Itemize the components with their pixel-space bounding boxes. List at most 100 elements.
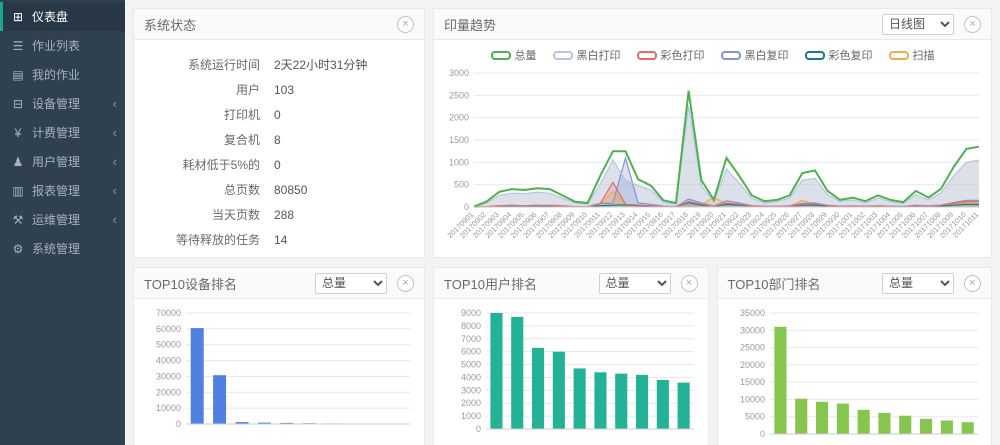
status-value: 0 bbox=[274, 108, 410, 122]
trend-period-select[interactable]: 日线图 bbox=[882, 14, 954, 35]
status-row: 总页数 80850 bbox=[148, 177, 410, 202]
sidebar-item-label: 运维管理 bbox=[32, 211, 109, 228]
chevron-left-icon: ‹ bbox=[113, 96, 117, 111]
top-users-panel: TOP10用户排名 总量 × 0100020003000400050006000… bbox=[433, 267, 709, 445]
user-icon: ♟ bbox=[10, 155, 26, 169]
top-devices-panel: TOP10设备排名 总量 × 0100002000030000400005000… bbox=[133, 267, 425, 445]
panel-title: 印量趋势 bbox=[444, 15, 872, 34]
close-icon[interactable]: × bbox=[397, 16, 414, 33]
status-label: 复合机 bbox=[148, 131, 260, 148]
status-label: 系统运行时间 bbox=[148, 56, 260, 73]
svg-text:9000: 9000 bbox=[461, 308, 481, 318]
close-icon[interactable]: × bbox=[681, 275, 698, 292]
legend-label: 总量 bbox=[515, 47, 537, 63]
legend-item-bw-print[interactable]: 黑白打印 bbox=[553, 47, 621, 63]
devices-metric-select[interactable]: 总量 bbox=[315, 273, 387, 294]
sidebar-item-label: 设备管理 bbox=[32, 95, 109, 112]
sidebar-item-my-jobs[interactable]: ▤ 我的作业 bbox=[0, 60, 125, 89]
svg-text:1000: 1000 bbox=[461, 411, 481, 421]
svg-text:1500: 1500 bbox=[449, 135, 469, 145]
sidebar-item-dashboard[interactable]: ⊞ 仪表盘 bbox=[0, 2, 125, 31]
legend-label: 彩色复印 bbox=[829, 47, 873, 63]
legend-item-color-copy[interactable]: 彩色复印 bbox=[805, 47, 873, 63]
svg-text:4000: 4000 bbox=[461, 372, 481, 382]
panel-title: TOP10用户排名 bbox=[444, 274, 589, 293]
status-row: 当天页数 288 bbox=[148, 202, 410, 227]
svg-text:30000: 30000 bbox=[739, 325, 764, 335]
legend-label: 黑白复印 bbox=[745, 47, 789, 63]
trend-legend: 总量 黑白打印 彩色打印 黑白复印 bbox=[434, 40, 991, 65]
svg-text:5000: 5000 bbox=[744, 412, 764, 422]
svg-text:3000: 3000 bbox=[461, 385, 481, 395]
legend-swatch-icon bbox=[491, 51, 511, 60]
departments-metric-select[interactable]: 总量 bbox=[882, 273, 954, 294]
system-icon: ⚙ bbox=[10, 242, 26, 256]
billing-icon: ¥ bbox=[10, 126, 26, 140]
svg-text:6000: 6000 bbox=[461, 347, 481, 357]
legend-item-scan[interactable]: 扫描 bbox=[889, 47, 935, 63]
svg-text:5000: 5000 bbox=[461, 360, 481, 370]
sidebar-item-user-management[interactable]: ♟ 用户管理 ‹ bbox=[0, 147, 125, 176]
status-value: 80850 bbox=[274, 183, 410, 197]
svg-text:20000: 20000 bbox=[156, 387, 181, 397]
chevron-left-icon: ‹ bbox=[113, 125, 117, 140]
departments-bar-chart: 05000100001500020000250003000035000 bbox=[724, 305, 986, 445]
print-trend-panel: 印量趋势 日线图 × 总量 黑白打印 bbox=[433, 8, 992, 258]
svg-text:35000: 35000 bbox=[739, 308, 764, 318]
svg-text:1000: 1000 bbox=[449, 157, 469, 167]
status-value: 2天22小时31分钟 bbox=[274, 56, 410, 73]
main-content: 系统状态 × 系统运行时间 2天22小时31分钟 用户 103 打印机 0 bbox=[125, 0, 1000, 445]
svg-text:30000: 30000 bbox=[156, 371, 181, 381]
sidebar-item-system-management[interactable]: ⚙ 系统管理 bbox=[0, 234, 125, 263]
sidebar-item-label: 我的作业 bbox=[32, 66, 117, 83]
my-jobs-icon: ▤ bbox=[10, 68, 26, 82]
app-root: ⊞ 仪表盘 ☰ 作业列表 ▤ 我的作业 ⊟ 设备管理 ‹ ¥ 计费管理 ‹ ♟ … bbox=[0, 0, 1000, 445]
legend-swatch-icon bbox=[889, 51, 909, 60]
legend-item-total[interactable]: 总量 bbox=[491, 47, 537, 63]
svg-text:25000: 25000 bbox=[739, 343, 764, 353]
sidebar-item-report-management[interactable]: ▥ 报表管理 ‹ bbox=[0, 176, 125, 205]
svg-text:8000: 8000 bbox=[461, 321, 481, 331]
svg-text:0: 0 bbox=[759, 429, 764, 439]
svg-text:50000: 50000 bbox=[156, 340, 181, 350]
users-metric-select[interactable]: 总量 bbox=[599, 273, 671, 294]
sidebar-item-label: 仪表盘 bbox=[32, 8, 117, 25]
status-row: 复合机 8 bbox=[148, 127, 410, 152]
sidebar-item-job-list[interactable]: ☰ 作业列表 bbox=[0, 31, 125, 60]
svg-text:3000: 3000 bbox=[449, 68, 469, 78]
job-list-icon: ☰ bbox=[10, 39, 26, 53]
sidebar-item-label: 作业列表 bbox=[32, 37, 117, 54]
status-label: 总页数 bbox=[148, 181, 260, 198]
panel-title: 系统状态 bbox=[144, 15, 387, 34]
top-departments-panel: TOP10部门排名 总量 × 0500010000150002000025000… bbox=[717, 267, 993, 445]
sidebar-item-device-management[interactable]: ⊟ 设备管理 ‹ bbox=[0, 89, 125, 118]
sidebar-item-label: 报表管理 bbox=[32, 182, 109, 199]
chevron-left-icon: ‹ bbox=[113, 154, 117, 169]
legend-swatch-icon bbox=[721, 51, 741, 60]
svg-text:7000: 7000 bbox=[461, 334, 481, 344]
system-status-list: 系统运行时间 2天22小时31分钟 用户 103 打印机 0 复合机 8 bbox=[134, 40, 424, 258]
panel-title: TOP10设备排名 bbox=[144, 274, 305, 293]
sidebar-item-billing-management[interactable]: ¥ 计费管理 ‹ bbox=[0, 118, 125, 147]
sidebar-item-label: 系统管理 bbox=[32, 240, 117, 257]
close-icon[interactable]: × bbox=[964, 275, 981, 292]
svg-text:10000: 10000 bbox=[156, 403, 181, 413]
legend-item-color-print[interactable]: 彩色打印 bbox=[637, 47, 705, 63]
dashboard-icon: ⊞ bbox=[10, 10, 26, 24]
close-icon[interactable]: × bbox=[397, 275, 414, 292]
status-value: 103 bbox=[274, 83, 410, 97]
sidebar-item-label: 计费管理 bbox=[32, 124, 109, 141]
sidebar-item-ops-management[interactable]: ⚒ 运维管理 ‹ bbox=[0, 205, 125, 234]
sidebar-item-label: 用户管理 bbox=[32, 153, 109, 170]
status-row: 等待释放的任务 14 bbox=[148, 227, 410, 252]
status-row: 打印机 0 bbox=[148, 102, 410, 127]
svg-text:500: 500 bbox=[454, 180, 469, 190]
devices-bar-chart: 010000200003000040000500006000070000 bbox=[140, 305, 418, 445]
legend-label: 黑白打印 bbox=[577, 47, 621, 63]
close-icon[interactable]: × bbox=[964, 16, 981, 33]
legend-item-bw-copy[interactable]: 黑白复印 bbox=[721, 47, 789, 63]
status-row: 耗材低于5%的 0 bbox=[148, 152, 410, 177]
legend-swatch-icon bbox=[553, 51, 573, 60]
svg-text:40000: 40000 bbox=[156, 356, 181, 366]
panel-title: TOP10部门排名 bbox=[728, 274, 873, 293]
